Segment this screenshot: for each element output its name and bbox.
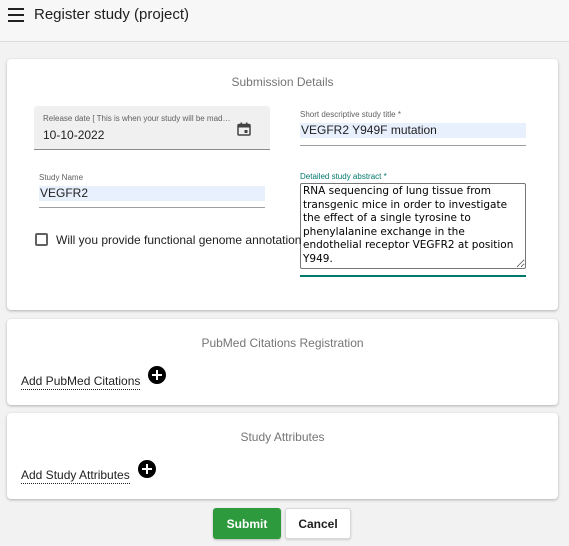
- abstract-focus-underline: [300, 275, 526, 277]
- functional-annotation-label: Will you provide functional genome annot…: [56, 233, 302, 247]
- study-name-field[interactable]: VEGFR2: [39, 186, 265, 208]
- add-pubmed-plus-icon[interactable]: [148, 366, 166, 384]
- study-name-label: Study Name: [39, 173, 84, 182]
- abstract-textarea[interactable]: RNA sequencing of lung tissue from trans…: [300, 183, 526, 269]
- add-pubmed-citations-link[interactable]: Add PubMed Citations: [21, 374, 141, 390]
- submission-details-heading: Submission Details: [231, 75, 334, 89]
- menu-icon[interactable]: [8, 8, 24, 22]
- study-attributes-heading: Study Attributes: [240, 430, 325, 444]
- short-title-value[interactable]: VEGFR2 Y949F mutation: [300, 123, 526, 138]
- study-name-value[interactable]: VEGFR2: [39, 186, 265, 201]
- abstract-label: Detailed study abstract *: [300, 172, 387, 181]
- pubmed-heading: PubMed Citations Registration: [201, 336, 364, 350]
- release-date-field[interactable]: Release date [ This is when your study w…: [34, 106, 270, 150]
- calendar-icon[interactable]: [237, 122, 251, 136]
- study-attributes-card: Study Attributes Add Study Attributes: [7, 413, 558, 499]
- short-title-field[interactable]: VEGFR2 Y949F mutation: [300, 122, 526, 146]
- page-title: Register study (project): [34, 6, 190, 23]
- submission-details-card: Submission Details Release date [ This i…: [7, 59, 558, 310]
- release-date-label: Release date [ This is when your study w…: [43, 114, 233, 123]
- add-study-attributes-link[interactable]: Add Study Attributes: [21, 468, 130, 484]
- top-bar: Register study (project): [0, 0, 569, 42]
- short-title-label: Short descriptive study title *: [300, 110, 401, 119]
- pubmed-citations-card: PubMed Citations Registration Add PubMed…: [7, 319, 558, 405]
- add-attributes-plus-icon[interactable]: [138, 460, 156, 478]
- functional-annotation-checkbox[interactable]: [35, 233, 48, 246]
- release-date-value: 10-10-2022: [43, 128, 105, 142]
- cancel-button[interactable]: Cancel: [285, 508, 351, 539]
- submit-button[interactable]: Submit: [213, 508, 281, 539]
